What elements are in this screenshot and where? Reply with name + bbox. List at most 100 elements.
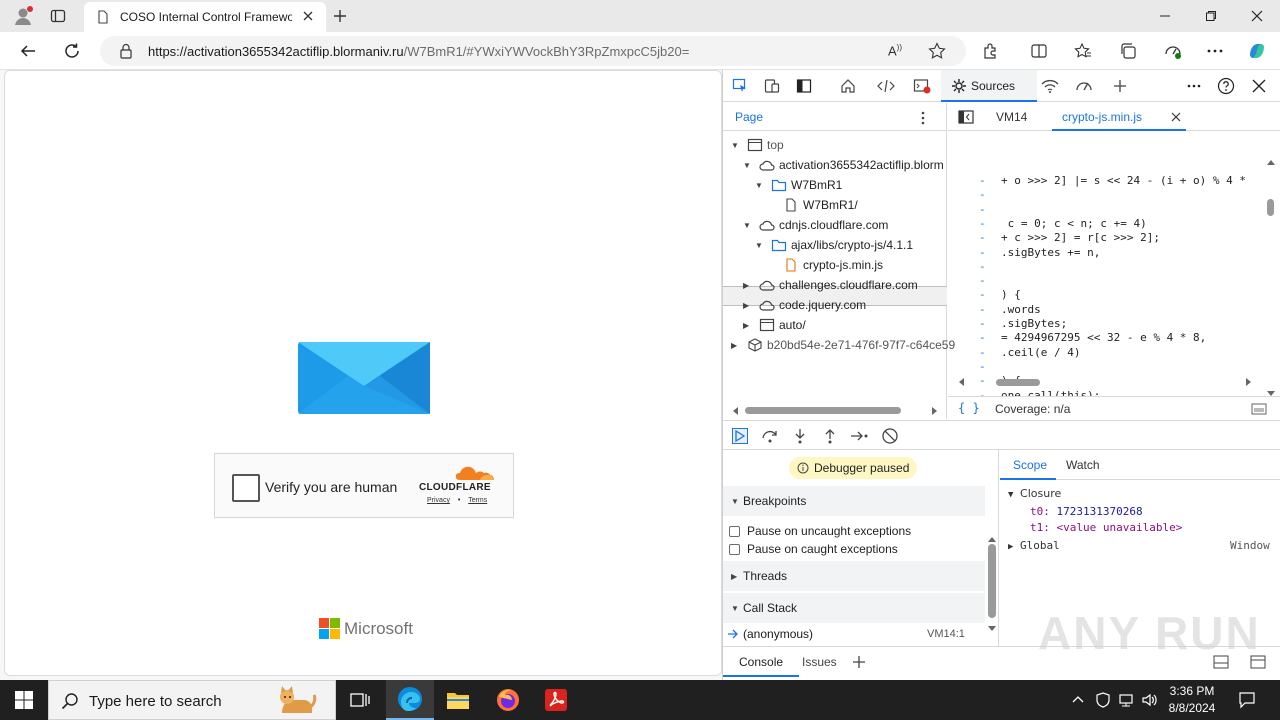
breakpoints-section-header[interactable]: ▼ Breakpoints bbox=[723, 486, 985, 516]
tab-scope[interactable]: Scope bbox=[1000, 450, 1056, 480]
inspect-element-icon[interactable] bbox=[729, 76, 751, 96]
security-shield-icon[interactable] bbox=[1096, 692, 1110, 708]
tab-console[interactable]: Console bbox=[723, 647, 799, 677]
scope-var-t1[interactable]: t1: <value unavailable> bbox=[1030, 521, 1182, 534]
collapse-arrow-icon[interactable]: ▶ bbox=[743, 301, 753, 310]
tab-active[interactable]: COSO Internal Control Framewor bbox=[84, 2, 326, 32]
gutter-marker[interactable]: - bbox=[979, 360, 986, 373]
debug-scroll-down-icon[interactable] bbox=[988, 626, 996, 632]
taskbar-firefox[interactable] bbox=[484, 680, 532, 720]
favorite-star-icon[interactable] bbox=[928, 42, 946, 60]
verify-checkbox[interactable] bbox=[232, 474, 260, 502]
task-view-button[interactable] bbox=[336, 680, 384, 720]
expand-arrow-icon[interactable]: ▼ bbox=[743, 161, 753, 170]
tree-item-w7bmr1-file[interactable]: W7BmR1/ bbox=[777, 195, 858, 215]
tree-item-cryptojs-file[interactable]: crypto-js.min.js bbox=[777, 255, 883, 275]
scroll-right-arrow-icon[interactable] bbox=[931, 406, 939, 416]
scroll-left-arrow-icon[interactable] bbox=[731, 406, 739, 416]
tree-item-challenges[interactable]: ▶ challenges.cloudflare.com bbox=[743, 275, 918, 295]
gutter-marker[interactable]: - bbox=[979, 274, 986, 287]
tab-issues[interactable]: Issues bbox=[802, 655, 837, 669]
gutter-marker[interactable]: - bbox=[979, 317, 986, 330]
expand-arrow-icon[interactable]: ▼ bbox=[755, 181, 765, 190]
tab-watch[interactable]: Watch bbox=[1066, 458, 1100, 472]
network-wifi-icon[interactable] bbox=[1039, 76, 1061, 96]
callstack-frame-location[interactable]: VM14:1 bbox=[927, 628, 965, 640]
refresh-button[interactable] bbox=[57, 36, 87, 66]
editor-scroll-right-icon[interactable] bbox=[1246, 378, 1252, 386]
close-devtools-icon[interactable] bbox=[1248, 76, 1270, 96]
debug-sidebar-scrollbar[interactable] bbox=[988, 544, 996, 618]
editor-tab-vm14[interactable]: VM14 bbox=[996, 110, 1027, 124]
split-screen-icon[interactable] bbox=[1024, 36, 1054, 66]
debug-scroll-up-icon[interactable] bbox=[988, 536, 996, 542]
editor-scroll-left-icon[interactable] bbox=[958, 378, 964, 386]
close-tab-icon[interactable] bbox=[302, 10, 314, 22]
scope-var-t0[interactable]: t0: 1723131370268 bbox=[1030, 505, 1143, 518]
close-window-button[interactable] bbox=[1234, 0, 1280, 32]
read-aloud-icon[interactable]: A)) bbox=[888, 43, 902, 58]
expand-arrow-icon[interactable]: ▼ bbox=[755, 241, 765, 250]
gutter-marker[interactable]: - bbox=[979, 260, 986, 273]
back-button[interactable] bbox=[13, 36, 43, 66]
threads-section-header[interactable]: ▶ Threads bbox=[723, 561, 985, 591]
gutter-marker[interactable]: - bbox=[979, 188, 986, 201]
add-drawer-tab-icon[interactable] bbox=[852, 655, 866, 669]
gutter-marker[interactable]: - bbox=[979, 203, 986, 216]
step-out-icon[interactable] bbox=[819, 427, 841, 445]
tree-item-w7bmr1-folder[interactable]: ▼ W7BmR1 bbox=[755, 175, 842, 195]
new-tab-icon[interactable] bbox=[332, 8, 348, 24]
taskbar-clock[interactable]: 3:36 PM 8/8/2024 bbox=[1160, 683, 1224, 717]
tree-item-auto[interactable]: ▶ auto/ bbox=[743, 315, 806, 335]
global-scope-row[interactable]: ▶ Global bbox=[1008, 539, 1060, 552]
lock-icon[interactable] bbox=[119, 43, 133, 59]
expand-arrow-icon[interactable]: ▼ bbox=[743, 221, 753, 230]
expand-arrow-icon[interactable]: ▼ bbox=[731, 141, 741, 150]
device-toolbar-icon[interactable] bbox=[761, 76, 783, 96]
favorites-icon[interactable] bbox=[1068, 36, 1098, 66]
navigator-horizontal-scrollbar[interactable] bbox=[745, 407, 901, 414]
more-menu-icon[interactable] bbox=[1200, 36, 1230, 66]
taskbar-search-box[interactable]: Type here to search bbox=[48, 680, 336, 720]
editor-vertical-scrollbar[interactable] bbox=[1267, 199, 1274, 216]
tree-item-top[interactable]: ▼ top bbox=[731, 135, 784, 155]
gutter-marker[interactable]: - bbox=[979, 346, 986, 359]
gutter-marker[interactable]: - bbox=[979, 246, 986, 259]
callstack-section-header[interactable]: ▼ Call Stack bbox=[723, 593, 985, 623]
taskbar-edge-app[interactable] bbox=[386, 680, 434, 720]
pause-uncaught-checkbox[interactable] bbox=[729, 525, 740, 537]
tree-item-worker[interactable]: ▶ b20bd54e-2e71-476f-97f7-c64ce59 bbox=[731, 335, 955, 355]
welcome-home-icon[interactable] bbox=[837, 76, 859, 96]
devtools-more-icon[interactable] bbox=[1183, 76, 1205, 96]
dock-side-icon[interactable] bbox=[793, 76, 815, 96]
collections-icon[interactable] bbox=[1113, 36, 1143, 66]
gutter-marker[interactable]: - bbox=[979, 331, 986, 344]
screenshot-icon[interactable] bbox=[1251, 402, 1267, 416]
copilot-icon[interactable] bbox=[1242, 36, 1272, 66]
tree-item-cryptojs-folder[interactable]: ▼ ajax/libs/crypto-js/4.1.1 bbox=[755, 235, 913, 255]
gutter-marker[interactable]: - bbox=[979, 217, 986, 230]
tab-actions-icon[interactable] bbox=[50, 8, 66, 24]
start-button[interactable] bbox=[0, 680, 48, 720]
terms-link[interactable]: Terms bbox=[468, 497, 487, 504]
deactivate-breakpoints-icon[interactable] bbox=[879, 427, 901, 445]
editor-scroll-up-icon[interactable] bbox=[1267, 159, 1275, 165]
show-hidden-icons[interactable] bbox=[1072, 694, 1084, 704]
minimize-button[interactable] bbox=[1142, 0, 1188, 32]
tree-item-cdnjs[interactable]: ▼ cdnjs.cloudflare.com bbox=[743, 215, 888, 235]
tree-item-activation-host[interactable]: ▼ activation3655342actiflip.blorm bbox=[743, 155, 944, 175]
editor-tab-cryptojs[interactable]: crypto-js.min.js bbox=[1052, 103, 1186, 131]
restore-button[interactable] bbox=[1188, 0, 1234, 32]
step-into-icon[interactable] bbox=[789, 427, 811, 445]
extensions-icon[interactable] bbox=[976, 36, 1006, 66]
collapse-arrow-icon[interactable]: ▶ bbox=[731, 341, 741, 350]
tree-item-jquery[interactable]: ▶ code.jquery.com bbox=[743, 295, 866, 315]
navigator-more-icon[interactable] bbox=[921, 111, 925, 125]
cat-widget-icon[interactable] bbox=[274, 683, 318, 719]
more-tools-plus-icon[interactable] bbox=[1109, 76, 1131, 96]
address-bar[interactable]: https://activation3655342actiflip.blorma… bbox=[100, 36, 966, 66]
console-error-icon[interactable] bbox=[911, 76, 933, 96]
gutter-marker[interactable]: - bbox=[979, 374, 986, 387]
pause-caught-row[interactable]: Pause on caught exceptions bbox=[729, 542, 898, 556]
url-text[interactable]: https://activation3655342actiflip.blorma… bbox=[148, 44, 689, 59]
